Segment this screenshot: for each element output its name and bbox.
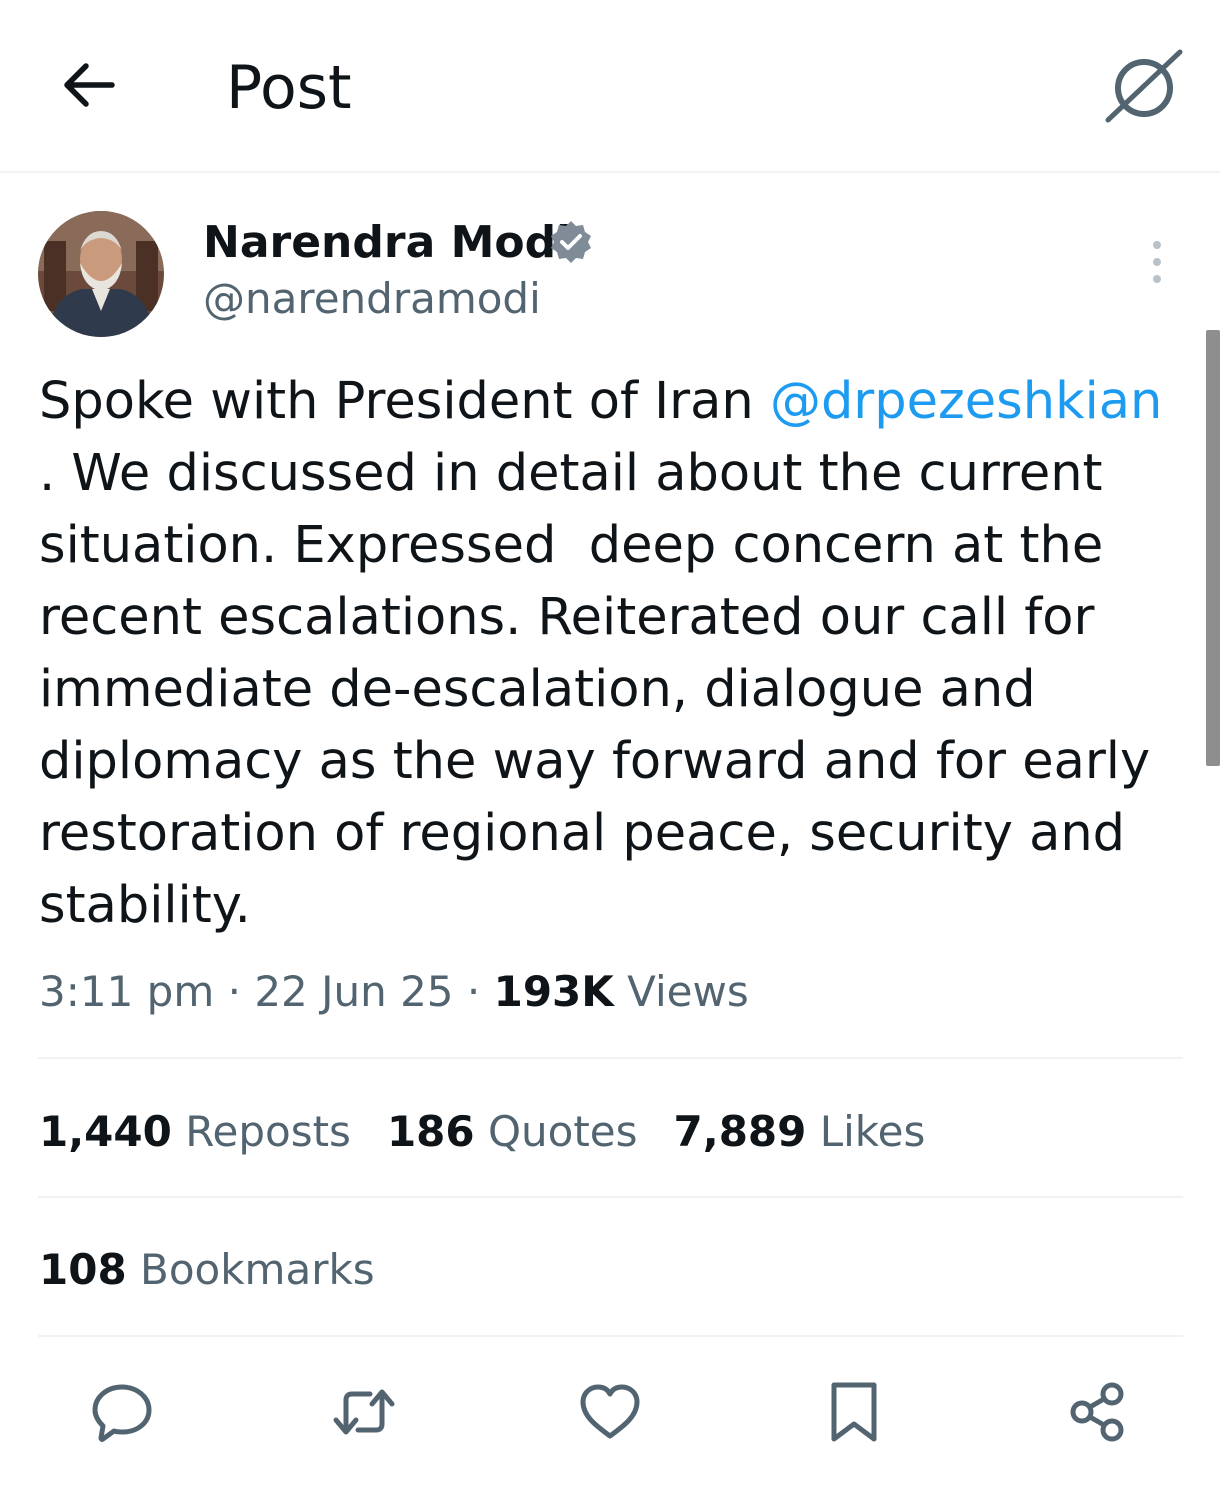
reposts-stat[interactable]: 1,440 Reposts: [39, 1104, 351, 1160]
arrow-left-icon: [64, 63, 115, 107]
reposts-label: Reposts: [171, 1107, 351, 1156]
tweet-text-part: . We discussed in detail about the curre…: [39, 444, 1151, 935]
likes-label: Likes: [806, 1107, 926, 1156]
more-vertical-icon: [1153, 241, 1161, 283]
tweet-time[interactable]: 3:11 pm: [39, 967, 214, 1016]
tweet-text: Spoke with President of Iran @drpezeshki…: [39, 366, 1189, 942]
tweet-meta: 3:11 pm · 22 Jun 25 · 193K Views: [39, 964, 749, 1020]
author-name[interactable]: Narendra Modi: [203, 215, 571, 271]
likes-count: 7,889: [673, 1107, 807, 1156]
bookmarks-divider: [38, 1335, 1183, 1337]
tweet-text-part: Spoke with President of Iran: [39, 372, 770, 431]
meta-separator: ·: [453, 967, 494, 1016]
quotes-stat[interactable]: 186 Quotes: [387, 1104, 638, 1160]
engagement-stats: 1,440 Reposts 186 Quotes 7,889 Likes: [39, 1104, 925, 1160]
views-count: 193K: [493, 967, 614, 1016]
author-handle[interactable]: @narendramodi: [203, 272, 541, 326]
top-bar: Post: [0, 0, 1220, 172]
quotes-count: 186: [386, 1107, 475, 1156]
grok-button[interactable]: [1102, 48, 1186, 124]
bookmark-icon: [831, 1382, 877, 1442]
meta-divider: [38, 1057, 1183, 1059]
meta-separator: ·: [214, 967, 255, 1016]
bookmarks-count: 108: [39, 1245, 127, 1294]
repost-button[interactable]: [332, 1380, 396, 1444]
views-label: Views: [613, 967, 749, 1016]
grok-icon: [1105, 49, 1183, 123]
tweet-date[interactable]: 22 Jun 25: [254, 967, 453, 1016]
likes-stat[interactable]: 7,889 Likes: [674, 1104, 926, 1160]
bookmark-button[interactable]: [822, 1380, 886, 1444]
reply-icon: [92, 1384, 152, 1442]
stats-divider: [38, 1196, 1183, 1198]
bookmarks-stat[interactable]: 108 Bookmarks: [39, 1242, 375, 1298]
reply-button[interactable]: [90, 1380, 154, 1444]
repost-icon: [333, 1389, 395, 1435]
like-button[interactable]: [578, 1380, 642, 1444]
avatar[interactable]: [38, 211, 164, 337]
mention-link[interactable]: @drpezeshkian: [770, 372, 1162, 431]
page-title: Post: [226, 53, 352, 123]
verified-badge-icon: [551, 221, 591, 263]
like-icon: [580, 1384, 640, 1439]
header-divider: [0, 171, 1220, 173]
share-button[interactable]: [1066, 1380, 1130, 1444]
more-options-button[interactable]: [1146, 240, 1168, 284]
reposts-count: 1,440: [39, 1107, 172, 1156]
bookmarks-label: Bookmarks: [126, 1245, 375, 1294]
quotes-label: Quotes: [474, 1107, 638, 1156]
back-button[interactable]: [58, 55, 118, 115]
avatar-image: [38, 211, 164, 337]
share-icon: [1070, 1382, 1124, 1442]
verified-badge: [548, 219, 594, 265]
scrollbar[interactable]: [1206, 330, 1220, 766]
